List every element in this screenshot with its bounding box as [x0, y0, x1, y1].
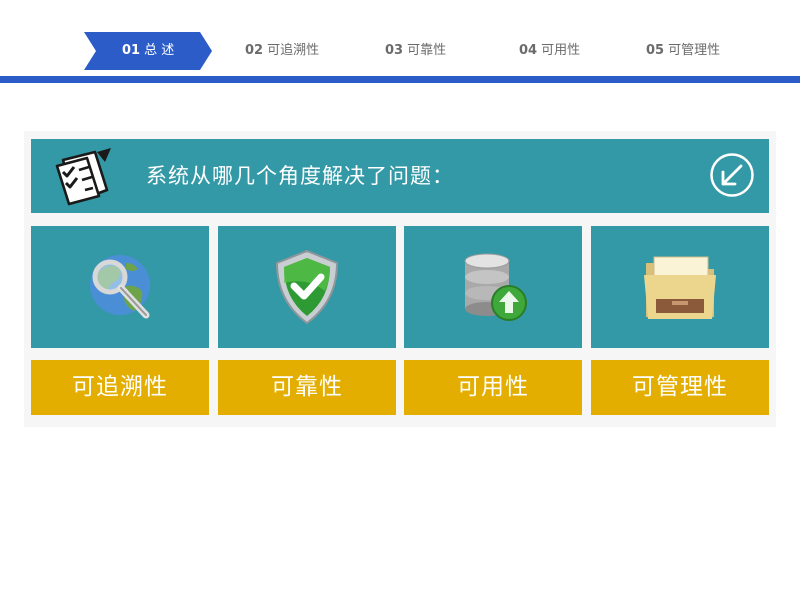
nav-step-availability[interactable]: 04 可用性 — [519, 40, 580, 62]
panel-title: 系统从哪几个角度解决了问题： — [146, 164, 454, 188]
nav-step-overview[interactable]: 01 总 述 — [122, 40, 174, 62]
globe-magnifier-icon — [90, 255, 150, 319]
feature-label-reliability[interactable]: 可靠性 — [218, 360, 396, 415]
checklist-icon — [55, 148, 111, 206]
nav-step-label: 可靠性 — [407, 43, 447, 58]
nav-divider-bar — [0, 76, 800, 83]
panel-header: 系统从哪几个角度解决了问题： — [31, 139, 769, 213]
nav-step-label: 可追溯性 — [267, 43, 320, 58]
nav-step-number: 03 — [385, 43, 404, 58]
shield-check-icon — [275, 249, 339, 325]
nav-step-number: 04 — [519, 43, 538, 58]
nav-step-number: 05 — [646, 43, 665, 58]
folder-icon — [644, 256, 716, 319]
database-upload-icon — [464, 253, 527, 321]
feature-tile-availability[interactable] — [404, 226, 582, 348]
feature-label-traceability[interactable]: 可追溯性 — [31, 360, 209, 415]
feature-tile-traceability[interactable] — [31, 226, 209, 348]
nav-step-manageability[interactable]: 05 可管理性 — [646, 40, 720, 62]
nav-step-number: 01 — [122, 43, 141, 58]
step-navigation: 01 总 述 02 可追溯性 03 可靠性 04 可用性 05 可管理性 — [0, 0, 800, 84]
feature-tile-manageability[interactable] — [591, 226, 769, 348]
nav-step-label: 可管理性 — [668, 43, 721, 58]
feature-tile-reliability[interactable] — [218, 226, 396, 348]
feature-label-availability[interactable]: 可用性 — [404, 360, 582, 415]
nav-step-number: 02 — [245, 43, 264, 58]
nav-step-label: 总 述 — [144, 43, 175, 58]
arrow-down-left-circle-icon[interactable] — [709, 152, 755, 198]
feature-label-manageability[interactable]: 可管理性 — [591, 360, 769, 415]
nav-step-label: 可用性 — [541, 43, 581, 58]
nav-step-reliability[interactable]: 03 可靠性 — [385, 40, 446, 62]
nav-step-traceability[interactable]: 02 可追溯性 — [245, 40, 319, 62]
